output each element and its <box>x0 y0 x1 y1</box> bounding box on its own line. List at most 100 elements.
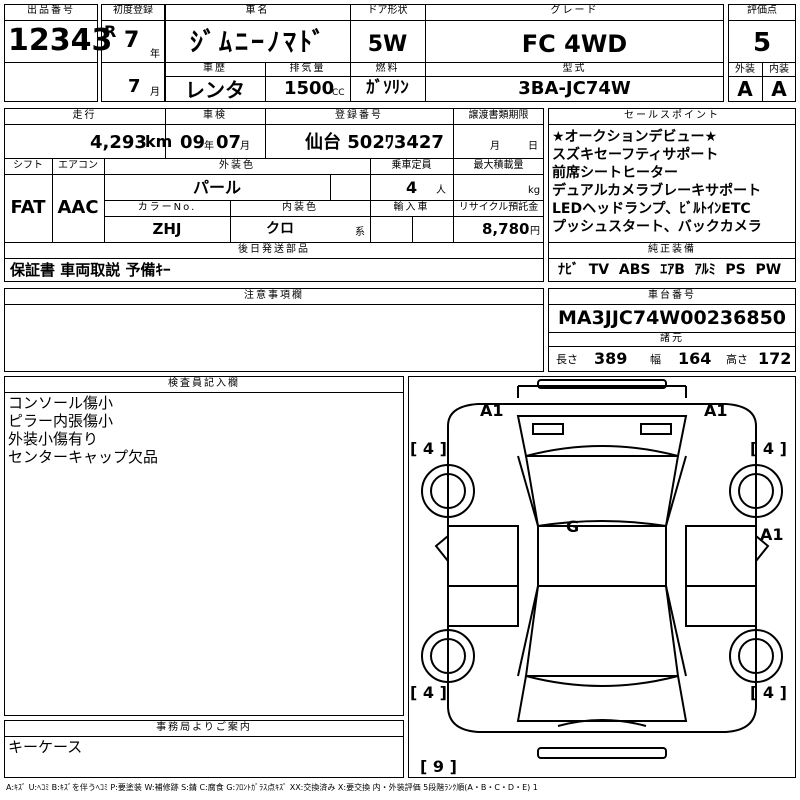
mileage-label: 走行 <box>72 110 97 121</box>
spare-score: [ 9 ] <box>420 757 457 776</box>
car-diagram: A1 A1 G A1 [ 4 ] [ 4 ] [ 4 ] [ 4 ] [ 9 ] <box>410 379 787 776</box>
aircon: AAC <box>57 197 99 218</box>
reg-no-label: 登録番号 <box>335 110 383 121</box>
width: 164 <box>678 349 712 368</box>
recycle-label: リサイクル預託金 <box>458 202 539 213</box>
shift: FAT <box>10 197 46 218</box>
later-parts-label: 後日発送部品 <box>238 244 310 255</box>
history-label: 車歴 <box>203 63 227 74</box>
recycle: 8,780 <box>482 220 530 238</box>
shift-label: シフト <box>13 160 43 171</box>
grade-label: グレード <box>550 5 599 16</box>
legend: A:ｷｽﾞ U:ﾍｺﾐ B:ｷｽﾞを伴うﾍｺﾐ P:要塗装 W:補修跡 S:錆 … <box>6 783 538 792</box>
inspector-note-3: 外装小傷有り <box>8 430 99 448</box>
int-color-suffix: 系 <box>355 227 365 238</box>
deadline-label: 譲渡書類期限 <box>468 110 529 121</box>
first-reg-label: 初度登録 <box>113 5 153 16</box>
mileage: 4,293 <box>90 132 147 153</box>
reg-month: 7 <box>128 76 141 97</box>
height-label: 高さ <box>726 353 748 366</box>
car-name: ｼﾞﾑﾆｰﾉﾏﾄﾞ <box>190 28 329 58</box>
max-load-label: 最大積載量 <box>473 160 524 171</box>
length: 389 <box>594 349 628 368</box>
displacement-label: 排気量 <box>289 63 326 74</box>
specs-label: 諸元 <box>660 333 684 344</box>
deadline-month-unit: 月 <box>490 141 500 152</box>
tire-rl-score: [ 4 ] <box>410 683 447 702</box>
mark-front-left: A1 <box>480 401 504 420</box>
length-label: 長さ <box>556 353 578 366</box>
tire-rr-score: [ 4 ] <box>750 683 787 702</box>
mark-glass: G <box>566 517 579 536</box>
sales-points-label: セールスポイント <box>624 110 720 121</box>
std-equipment: ﾅﾋﾞ TV ABS ｴｱB ｱﾙﾐ PS PW <box>558 262 782 278</box>
lot-no: 12343 <box>8 23 113 58</box>
exterior-score: A <box>737 77 753 101</box>
int-color-label: 内装色 <box>282 202 318 213</box>
inspector-note-1: コンソール傷小 <box>8 394 114 412</box>
grade: FC 4WD <box>521 30 628 58</box>
interior-label: 内装 <box>769 64 789 75</box>
model-code: 3BA-JC74W <box>518 78 631 99</box>
sales-point-1: ★オークションデビュー★ <box>552 129 718 145</box>
cc-unit: CC <box>332 88 345 98</box>
interior-score: A <box>771 77 787 101</box>
displacement: 1500 <box>284 78 335 99</box>
inspection-month-unit: 月 <box>240 141 250 152</box>
era: R <box>104 22 117 41</box>
office-note: キーケース <box>8 738 83 756</box>
deadline-day-unit: 日 <box>528 141 538 152</box>
tire-fr-score: [ 4 ] <box>750 439 787 458</box>
sales-point-6: プッシュスタート、バックカメラ <box>552 219 762 235</box>
aircon-label: エアコン <box>58 160 98 171</box>
month-unit: 月 <box>150 87 160 98</box>
door-label: ドア形状 <box>367 5 408 16</box>
chassis-label: 車台番号 <box>648 290 696 301</box>
capacity-label: 乗車定員 <box>391 160 432 171</box>
kg-unit: kg <box>528 185 541 196</box>
notes-label: 注意事項欄 <box>244 290 304 301</box>
score-label: 評価点 <box>747 5 777 16</box>
tire-fl-score: [ 4 ] <box>410 439 447 458</box>
width-label: 幅 <box>650 353 661 366</box>
year-unit: 年 <box>150 49 160 60</box>
import-label: 輸入車 <box>393 202 430 213</box>
std-equipment-label: 純正装備 <box>648 244 696 255</box>
exterior-label: 外装 <box>735 64 755 75</box>
color-no: ZHJ <box>152 220 182 238</box>
color-no-label: カラーNo. <box>137 202 197 213</box>
inspector-label: 検査員記入欄 <box>168 378 240 389</box>
km-unit: km <box>145 132 173 151</box>
reg-no: 仙台 502ﾜ3427 <box>305 132 444 153</box>
inspection-year: 09 <box>180 132 206 153</box>
yen-unit: 円 <box>530 226 540 237</box>
inspection-year-unit: 年 <box>204 141 214 152</box>
score: 5 <box>752 28 772 58</box>
ext-color: パール <box>192 178 241 197</box>
inspector-note-4: センターキャップ欠品 <box>8 448 159 466</box>
inspection-label: 車検 <box>203 110 227 121</box>
ext-color-label: 外装色 <box>219 160 255 171</box>
height: 172 <box>758 349 792 368</box>
model-code-label: 型式 <box>562 63 587 74</box>
lot-no-label: 出品番号 <box>27 5 75 16</box>
inspection-month: 07 <box>216 132 242 153</box>
chassis-no: MA3JJC74W00236850 <box>557 307 787 329</box>
int-color: クロ <box>266 221 294 237</box>
car-name-label: 車名 <box>245 5 270 16</box>
fuel-label: 燃料 <box>375 63 400 74</box>
mark-right-side: A1 <box>760 525 784 544</box>
capacity: 4 <box>406 178 418 197</box>
mark-front-right: A1 <box>704 401 728 420</box>
sales-point-2: スズキセーフティサポート <box>552 147 719 163</box>
reg-year: 7 <box>124 28 140 53</box>
capacity-unit: 人 <box>436 185 446 196</box>
sales-point-5: LEDヘッドランプ、ﾋﾞﾙﾄｲﾝETC <box>552 201 751 217</box>
inspector-note-2: ピラー内張傷小 <box>8 412 114 430</box>
sales-point-3: 前席シートヒーター <box>552 165 678 181</box>
sales-point-4: デュアルカメラブレーキサポート <box>552 183 762 199</box>
history: レンタ <box>185 78 245 102</box>
door: 5W <box>367 32 408 57</box>
office-label: 事務局よりご案内 <box>156 722 252 733</box>
later-parts: 保証書 車両取説 予備ｷｰ <box>10 261 171 279</box>
